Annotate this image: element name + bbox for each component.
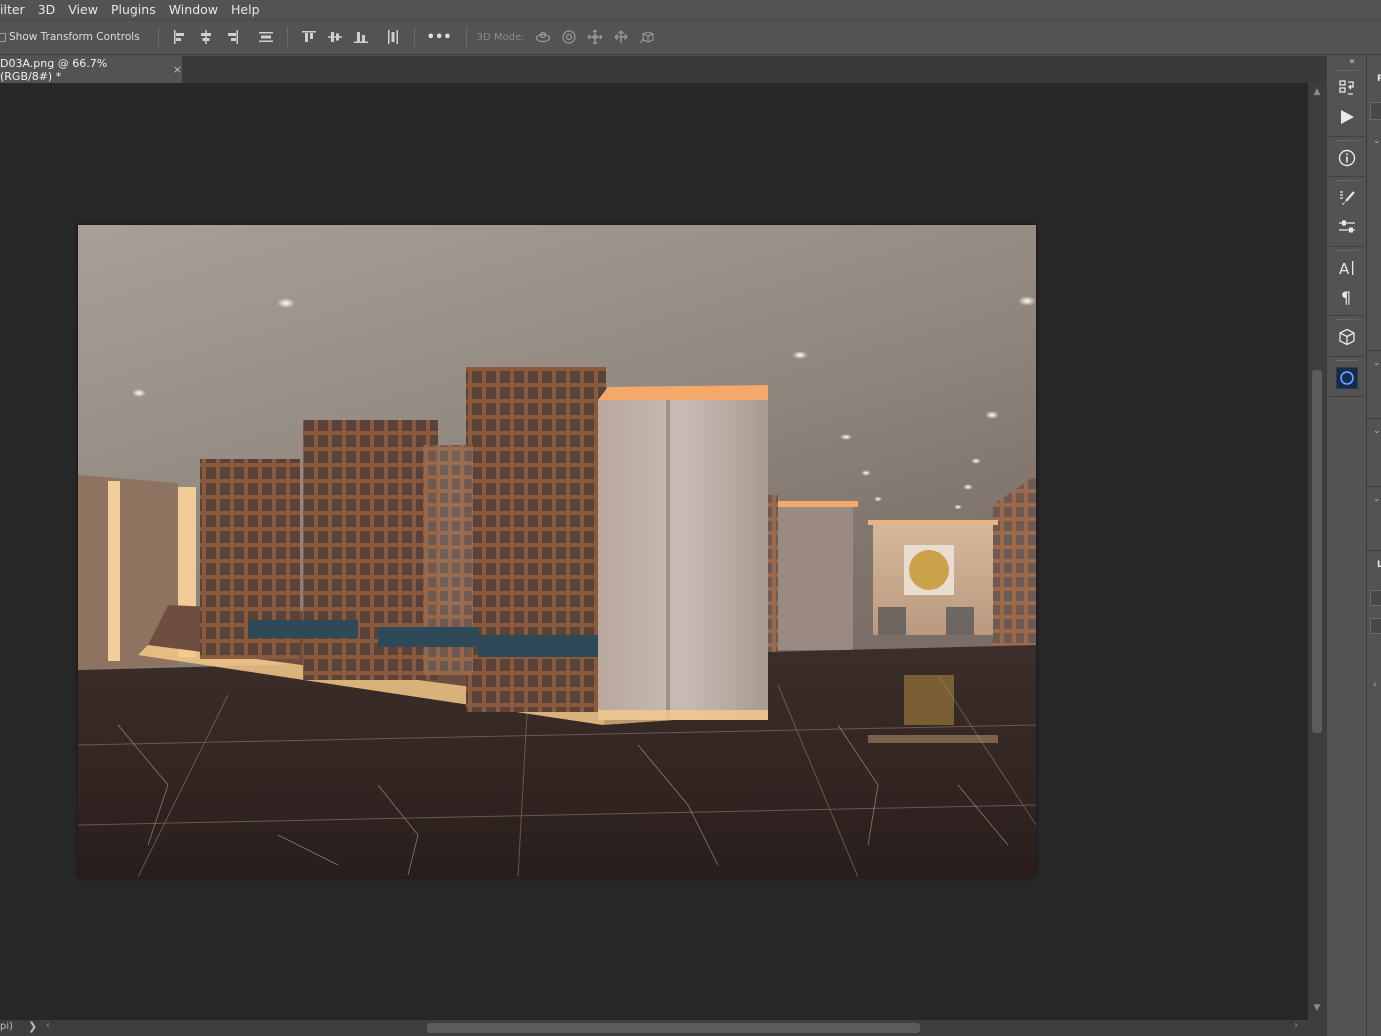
panel-grip[interactable] bbox=[1336, 140, 1358, 142]
status-bar: pi) ❯ ‹ › bbox=[0, 1020, 1326, 1036]
align-top-icon[interactable] bbox=[296, 27, 322, 47]
collapse-panels-icon[interactable]: « bbox=[1349, 56, 1355, 67]
drag-3d-icon[interactable] bbox=[582, 27, 608, 47]
divider bbox=[413, 27, 415, 47]
scroll-down-icon[interactable]: ▼ bbox=[1308, 1003, 1326, 1013]
right-panel-field[interactable] bbox=[1370, 102, 1381, 120]
document-tab-bar: D03A.png @ 66.7% (RGB/8#) * × bbox=[0, 56, 1326, 83]
svg-text:¶: ¶ bbox=[1341, 288, 1351, 305]
chevron-left-icon[interactable]: ‹ bbox=[1373, 680, 1377, 690]
roll-3d-icon[interactable] bbox=[556, 27, 582, 47]
adjustments-icon[interactable] bbox=[1336, 216, 1358, 238]
right-panel-field[interactable] bbox=[1370, 618, 1381, 634]
panel-divider bbox=[1367, 418, 1381, 419]
brush-presets-icon[interactable] bbox=[1336, 187, 1358, 209]
panel-divider bbox=[1367, 350, 1381, 351]
panel-divider bbox=[1329, 315, 1365, 316]
panel-divider bbox=[1329, 356, 1365, 357]
document-tab-title: D03A.png @ 66.7% (RGB/8#) * bbox=[0, 56, 108, 83]
align-right-icon[interactable] bbox=[219, 27, 245, 47]
history-icon[interactable] bbox=[1336, 77, 1358, 99]
properties-icon[interactable] bbox=[1336, 367, 1358, 389]
distribute-v-icon[interactable] bbox=[380, 27, 406, 47]
align-center-h-icon[interactable] bbox=[193, 27, 219, 47]
vertical-scrollbar[interactable]: ▲ ▼ bbox=[1308, 83, 1326, 1020]
canvas-area[interactable] bbox=[0, 83, 1308, 1020]
more-options-button[interactable]: ••• bbox=[427, 30, 452, 45]
panel-grip[interactable] bbox=[1336, 250, 1358, 252]
status-menu-chevron-icon[interactable]: ❯ bbox=[28, 1020, 37, 1033]
divider bbox=[286, 27, 288, 47]
right-panel-title-1: P bbox=[1377, 74, 1381, 84]
chevron-down-icon[interactable]: ⌄ bbox=[1373, 494, 1381, 504]
scale-3d-icon[interactable] bbox=[634, 27, 660, 47]
panel-divider bbox=[1329, 176, 1365, 177]
menu-filter[interactable]: ilter bbox=[0, 2, 32, 17]
chevron-down-icon[interactable]: ⌄ bbox=[1373, 426, 1381, 436]
align-left-icon[interactable] bbox=[167, 27, 193, 47]
panel-divider bbox=[1367, 486, 1381, 487]
panel-divider bbox=[1367, 550, 1381, 551]
divider bbox=[157, 27, 159, 47]
menu-view[interactable]: View bbox=[62, 2, 105, 17]
vertical-scroll-thumb[interactable] bbox=[1312, 370, 1322, 733]
close-icon[interactable]: × bbox=[173, 63, 182, 76]
distribute-h-icon[interactable] bbox=[253, 27, 279, 47]
menu-plugins[interactable]: Plugins bbox=[105, 2, 163, 17]
orbit-3d-icon[interactable] bbox=[530, 27, 556, 47]
menu-help[interactable]: Help bbox=[225, 2, 267, 17]
slide-3d-icon[interactable] bbox=[608, 27, 634, 47]
zoom-readout: pi) bbox=[0, 1021, 14, 1032]
panel-grip[interactable] bbox=[1336, 319, 1358, 321]
align-middle-v-icon[interactable] bbox=[322, 27, 348, 47]
right-panel-field[interactable] bbox=[1370, 590, 1381, 606]
menu-3d[interactable]: 3D bbox=[32, 2, 63, 17]
panel-divider bbox=[1329, 396, 1365, 397]
menu-bar: ilter 3D View Plugins Window Help bbox=[0, 0, 1381, 19]
scroll-right-icon[interactable]: › bbox=[1294, 1020, 1298, 1031]
show-transform-label: Show Transform Controls bbox=[9, 31, 140, 43]
panel-grip[interactable] bbox=[1336, 70, 1358, 72]
scroll-up-icon[interactable]: ▲ bbox=[1308, 87, 1326, 97]
panel-grip[interactable] bbox=[1336, 180, 1358, 182]
menu-window[interactable]: Window bbox=[163, 2, 225, 17]
right-panel-title-2: L bbox=[1377, 560, 1381, 570]
panel-divider bbox=[1329, 136, 1365, 137]
right-panel: P ⌄ ⌄ ⌄ ⌄ L ‹ bbox=[1366, 56, 1381, 1036]
panel-icon-column: « A ¶ bbox=[1326, 56, 1366, 1036]
3d-panel-icon[interactable] bbox=[1336, 326, 1358, 348]
info-icon[interactable] bbox=[1336, 147, 1358, 169]
panel-grip[interactable] bbox=[1336, 360, 1358, 362]
show-transform-checkbox[interactable] bbox=[0, 32, 6, 42]
character-icon[interactable]: A bbox=[1336, 257, 1358, 279]
align-bottom-icon[interactable] bbox=[348, 27, 374, 47]
document-tab[interactable]: D03A.png @ 66.7% (RGB/8#) * × bbox=[0, 56, 182, 83]
chevron-down-icon[interactable]: ⌄ bbox=[1373, 358, 1381, 368]
chevron-down-icon[interactable]: ⌄ bbox=[1373, 136, 1381, 146]
divider bbox=[465, 27, 467, 47]
3d-mode-label: 3D Mode: bbox=[476, 31, 525, 43]
horizontal-scroll-thumb[interactable] bbox=[427, 1023, 920, 1033]
svg-text:A: A bbox=[1339, 260, 1350, 277]
paragraph-icon[interactable]: ¶ bbox=[1336, 285, 1358, 307]
play-action-icon[interactable] bbox=[1336, 106, 1358, 128]
options-bar: Show Transform Controls ••• 3D Mode: bbox=[0, 19, 1381, 55]
scroll-left-icon[interactable]: ‹ bbox=[46, 1020, 50, 1031]
artwork-image bbox=[78, 225, 1036, 877]
panel-divider bbox=[1329, 246, 1365, 247]
